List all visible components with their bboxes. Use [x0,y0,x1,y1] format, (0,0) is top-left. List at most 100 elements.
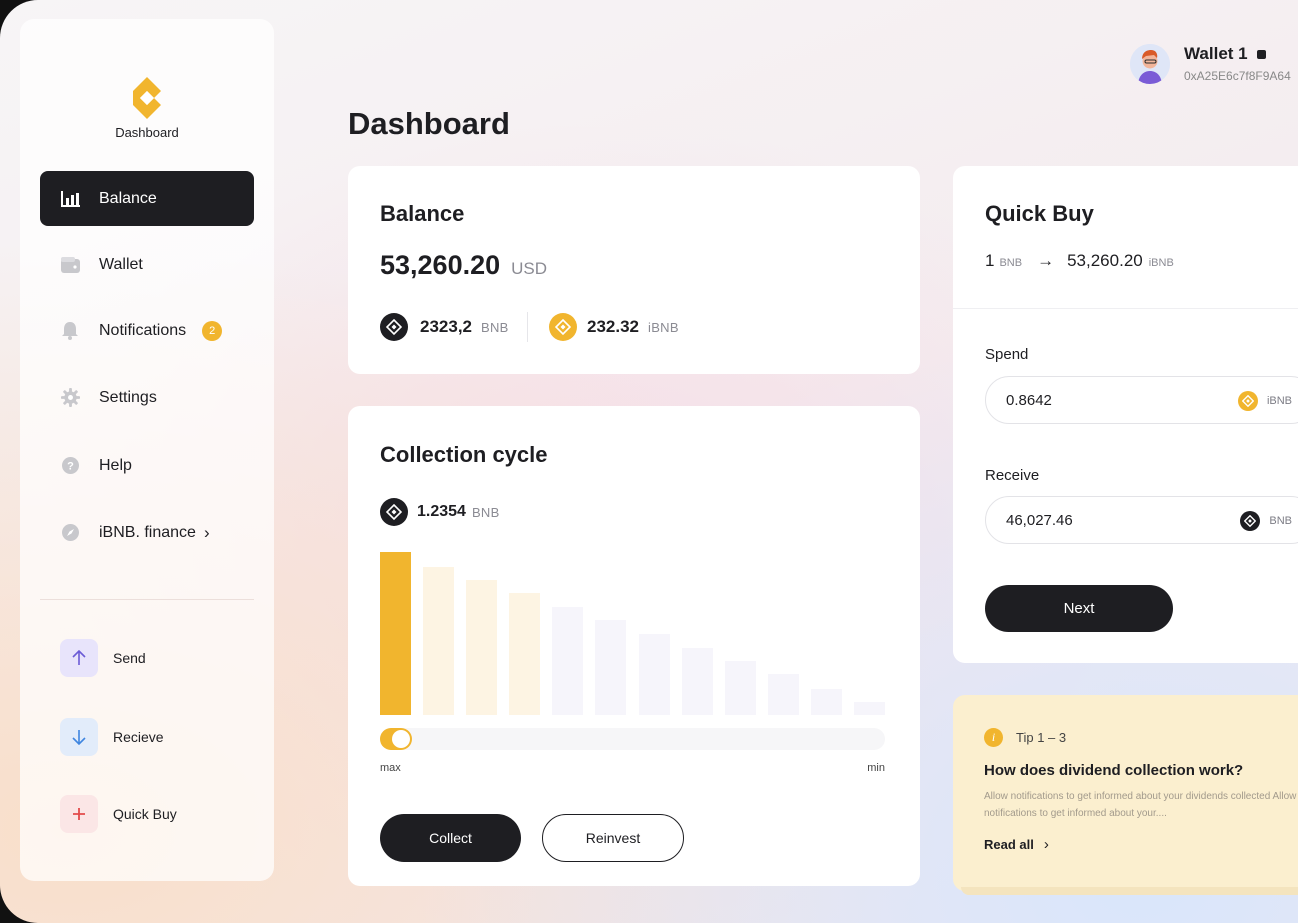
bnb-coin-icon [380,498,408,526]
rate-left-unit: BNB [999,257,1023,269]
chart-bar [767,674,799,715]
sidebar-item-balance[interactable]: Balance [40,171,254,226]
quick-buy-title: Quick Buy [985,201,1094,226]
chart-bar [724,661,756,715]
send-label: Send [113,650,146,666]
logo[interactable]: Dashboard [20,75,274,140]
wallet-address: 0xA25E6c7f8F9A64 [1184,69,1291,83]
wallet-name: Wallet 1 [1184,44,1291,64]
sidebar-item-label: Notifications [99,321,187,339]
slider-handle[interactable] [392,730,410,748]
wallet-name-text: Wallet 1 [1184,44,1248,63]
rate-right-unit: iBNB [1148,257,1174,269]
notification-badge: 2 [202,320,223,341]
sidebar-item-label: iBNB. finance [99,523,196,541]
next-button[interactable]: Next [985,585,1173,632]
chart-bar [466,579,498,715]
balance-total-value: 53,260.20 [380,250,501,280]
slider-min-label: max [380,762,401,774]
arrow-right-icon: → [1037,251,1055,270]
app-frame: Dashboard Balance Wallet Notifications 2 [0,0,1298,923]
asset-amount: 232.32 [587,317,639,336]
quick-buy-divider [953,308,1298,309]
tip-stack-shadow [961,887,1298,895]
chevron-right-icon: › [203,522,210,542]
chart-bar [681,648,713,715]
balance-title: Balance [380,201,465,226]
asset-amount: 2323,2 [420,317,472,336]
receive-label: Recieve [113,729,164,745]
chart-bar [638,633,670,715]
receive-unit: BNB [1269,515,1292,527]
asset-bnb: 2323,2 BNB [380,313,509,341]
help-icon: ? [60,456,80,476]
collection-chart [380,552,885,715]
read-all-label: Read all [984,837,1034,852]
bar-chart-icon [60,189,80,209]
balance-card: Balance 53,260.20 USD 2323,2 BNB 232.32 … [348,166,920,374]
logo-icon [125,75,169,119]
wallet-info: Wallet 1 0xA25E6c7f8F9A64 [1184,44,1291,83]
collection-title: Collection cycle [380,442,548,467]
spend-value: 0.8642 [1006,391,1052,409]
svg-text:?: ? [67,461,74,473]
chart-bar [810,688,842,715]
wallet-switcher[interactable]: Wallet 1 0xA25E6c7f8F9A64 [1130,44,1291,84]
copy-icon[interactable] [1256,49,1266,59]
collection-amount: 1.2354 BNB [380,498,500,526]
spend-label: Spend [985,346,1029,363]
bell-icon [60,321,80,341]
receive-input[interactable]: 46,027.46 BNB [985,496,1298,544]
compass-icon [60,523,80,543]
chevron-right-icon: › [1043,836,1049,853]
receive-label: Receive [985,467,1040,484]
ibnb-coin-icon [549,313,577,341]
collection-slider[interactable] [380,728,885,750]
asset-divider [527,312,528,342]
spend-unit: iBNB [1266,395,1292,407]
tip-header: i Tip 1 – 3 [984,728,1066,747]
bnb-coin-icon [380,313,408,341]
chart-bar [552,607,584,715]
spend-currency[interactable]: iBNB [1237,391,1292,411]
quick-buy-label: Quick Buy [113,806,177,822]
tip-counter: Tip 1 – 3 [1016,730,1067,745]
arrow-up-icon [60,639,98,677]
sidebar-item-wallet[interactable]: Wallet [40,237,254,292]
read-all-link[interactable]: Read all › [984,836,1049,853]
plus-icon [60,795,98,833]
chart-bar [380,552,411,715]
send-button[interactable]: Send [60,639,146,677]
sidebar-item-help[interactable]: ? Help [40,438,254,493]
sidebar-item-notifications[interactable]: Notifications 2 [40,303,254,358]
reinvest-button[interactable]: Reinvest [542,814,684,862]
slider-max-label: min [867,762,885,774]
sidebar-item-label: Wallet [99,255,143,273]
collection-card: Collection cycle 1.2354 BNB max min Coll… [348,406,920,886]
info-icon: i [984,728,1003,747]
receive-button[interactable]: Recieve [60,718,164,756]
sidebar-item-ibnb-finance[interactable]: iBNB. finance › [40,505,254,560]
balance-total: 53,260.20 USD [380,250,547,281]
arrow-down-icon [60,718,98,756]
collection-amount-unit: BNB [471,504,500,520]
quick-buy-button[interactable]: Quick Buy [60,795,177,833]
exchange-rate: 1 BNB → 53,260.20 iBNB [985,251,1174,271]
sidebar-item-label: Balance [99,189,157,207]
tip-body: Allow notifications to get informed abou… [984,791,1297,819]
spend-input[interactable]: 0.8642 iBNB [985,376,1298,424]
tip-card: i Tip 1 – 3 How does dividend collection… [953,695,1298,891]
chart-bar [854,701,885,715]
wallet-icon [60,255,80,275]
bnb-coin-icon [1240,511,1261,531]
sidebar-item-settings[interactable]: Settings [40,370,254,425]
sidebar-item-label: Help [99,456,132,474]
receive-value: 46,027.46 [1006,511,1073,529]
tip-title: How does dividend collection work? [984,762,1244,779]
receive-currency[interactable]: BNB [1240,511,1292,531]
sidebar: Dashboard Balance Wallet Notifications 2 [20,19,274,881]
ibnb-coin-icon [1237,391,1258,411]
rate-left-amount: 1 [985,251,995,270]
collect-button[interactable]: Collect [380,814,521,862]
chart-bar [595,620,627,715]
